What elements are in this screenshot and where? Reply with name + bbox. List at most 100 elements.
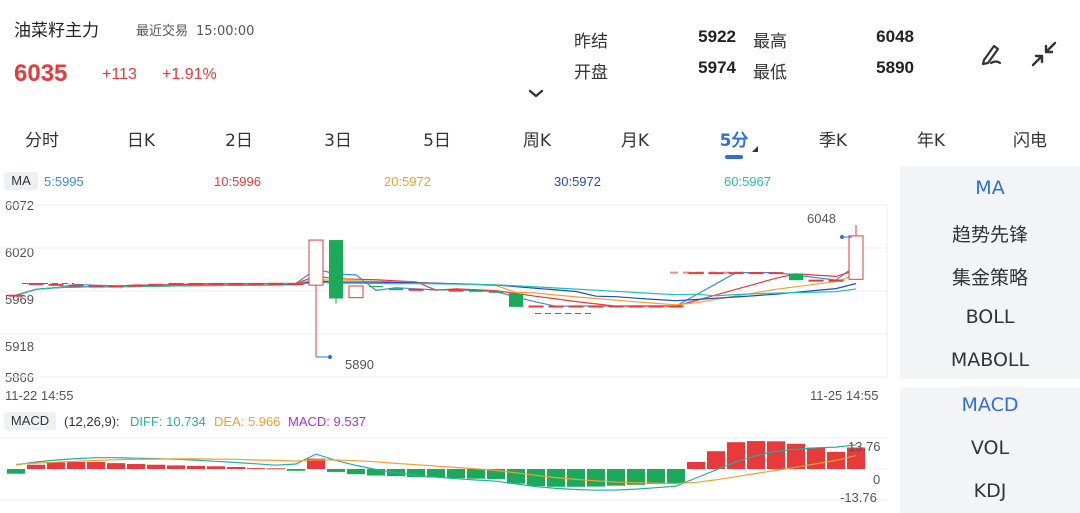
ma20-legend: 20:5972 — [384, 174, 431, 189]
indicator-boll[interactable]: BOLL — [900, 306, 1080, 328]
tab-timeshare[interactable]: 分时 — [25, 126, 59, 151]
open-value: 5974 — [698, 58, 736, 77]
indicator-maboll[interactable]: MABOLL — [900, 349, 1080, 371]
candle — [768, 272, 784, 275]
candle — [308, 239, 324, 357]
panel-divider — [900, 379, 1080, 387]
chevron-down-icon[interactable] — [528, 88, 544, 100]
tab-weekly-k[interactable]: 周K — [523, 126, 551, 151]
macd-bar — [7, 469, 25, 474]
ma30-legend: 30:5972 — [554, 174, 601, 189]
candle — [648, 305, 664, 308]
candle — [429, 289, 443, 291]
macd-bar — [347, 469, 365, 475]
price-change: +113 — [102, 66, 137, 83]
ma-indicator-tag[interactable]: MA — [4, 172, 38, 190]
ma10-legend: 10:5996 — [214, 174, 261, 189]
candle-body — [489, 291, 503, 293]
candle-body — [268, 282, 284, 285]
prev-settle-label: 昨结 — [574, 32, 608, 52]
candle-body — [168, 282, 184, 285]
candle-body — [828, 279, 844, 282]
candle — [168, 282, 184, 285]
macd-bar — [507, 469, 525, 484]
candle-body — [848, 235, 864, 280]
collapse-arrows-icon[interactable] — [1028, 38, 1060, 70]
macd-chart[interactable] — [0, 434, 888, 506]
candle-body — [8, 294, 24, 297]
tab-dropdown-icon[interactable] — [752, 146, 758, 152]
tab-3day[interactable]: 3日 — [324, 126, 352, 151]
time-axis-end: 11-25 14:55 — [810, 388, 879, 403]
macd-bar — [87, 462, 105, 469]
indicator-panel: MA 趋势先锋 集金策略 BOLL MABOLL MACD VOL KDJ — [900, 166, 1080, 513]
period-tabs: 分时 日K 2日 3日 5日 周K 月K 5分 季K 年K 闪电 — [0, 118, 1080, 162]
low-annotation: 5890 — [345, 357, 374, 372]
candle-body — [548, 305, 564, 308]
candle-body — [469, 290, 483, 292]
candle-body — [48, 283, 64, 286]
candle — [848, 225, 864, 280]
macd-bar — [587, 469, 605, 487]
tab-5min[interactable]: 5分 — [720, 126, 749, 151]
candle — [448, 289, 464, 292]
candle — [548, 305, 564, 308]
indicator-vol[interactable]: VOL — [900, 437, 1080, 459]
candle-body — [429, 289, 443, 291]
macd-bar — [447, 469, 465, 479]
macd-axis-bottom: -13.76 — [840, 490, 877, 505]
tab-daily-k[interactable]: 日K — [127, 126, 155, 151]
tab-monthly-k[interactable]: 月K — [621, 126, 649, 151]
candle-body — [448, 289, 464, 292]
candle — [588, 305, 604, 308]
indicator-fund-strategy[interactable]: 集金策略 — [900, 263, 1080, 290]
candle-body — [348, 285, 364, 299]
candle-body — [608, 305, 624, 308]
tab-flash[interactable]: 闪电 — [1013, 126, 1047, 151]
tab-quarterly-k[interactable]: 季K — [819, 126, 847, 151]
candle-body — [509, 293, 523, 307]
low-label: 最低 — [753, 63, 787, 83]
candle-body — [188, 282, 204, 285]
macd-indicator-tag[interactable]: MACD — [4, 412, 56, 430]
candle-body — [528, 305, 544, 308]
macd-axis-top: 13.76 — [848, 439, 881, 454]
indicator-trend-pioneer[interactable]: 趋势先锋 — [900, 220, 1080, 247]
indicator-macd[interactable]: MACD — [900, 394, 1080, 416]
candle-body — [748, 272, 764, 275]
indicator-ma[interactable]: MA — [900, 177, 1080, 199]
tab-yearly-k[interactable]: 年K — [917, 126, 945, 151]
high-annotation: 6048 — [807, 211, 836, 226]
tab-5day[interactable]: 5日 — [423, 126, 451, 151]
tab-2day[interactable]: 2日 — [225, 126, 253, 151]
pen-draw-icon[interactable] — [976, 38, 1008, 70]
candle — [728, 272, 744, 275]
macd-value-legend: MACD: 9.537 — [288, 414, 367, 429]
indicator-kdj[interactable]: KDJ — [900, 480, 1080, 502]
macd-bar — [687, 462, 705, 469]
macd-bar — [527, 469, 545, 487]
candle-body — [808, 279, 824, 282]
high-label: 最高 — [753, 32, 787, 52]
kline-chart[interactable] — [0, 195, 888, 385]
candle — [248, 282, 264, 285]
candle-body — [228, 282, 244, 285]
candle — [268, 282, 284, 285]
candle — [808, 279, 824, 282]
candle — [668, 305, 684, 308]
candle — [568, 305, 584, 308]
price-change-percent: +1.91% — [162, 66, 217, 83]
candle — [228, 282, 244, 285]
candle-body — [408, 288, 424, 291]
macd-bar — [107, 463, 125, 469]
candle — [108, 285, 124, 288]
macd-bar — [187, 465, 205, 469]
candle — [28, 282, 44, 285]
candle-body — [288, 282, 304, 285]
macd-bar — [67, 462, 85, 469]
last-trade-label: 最近交易 — [136, 24, 189, 39]
macd-bar — [327, 469, 345, 472]
candle-body — [308, 239, 324, 286]
candle — [128, 284, 144, 287]
dea-legend: DEA: 5.966 — [214, 414, 281, 429]
